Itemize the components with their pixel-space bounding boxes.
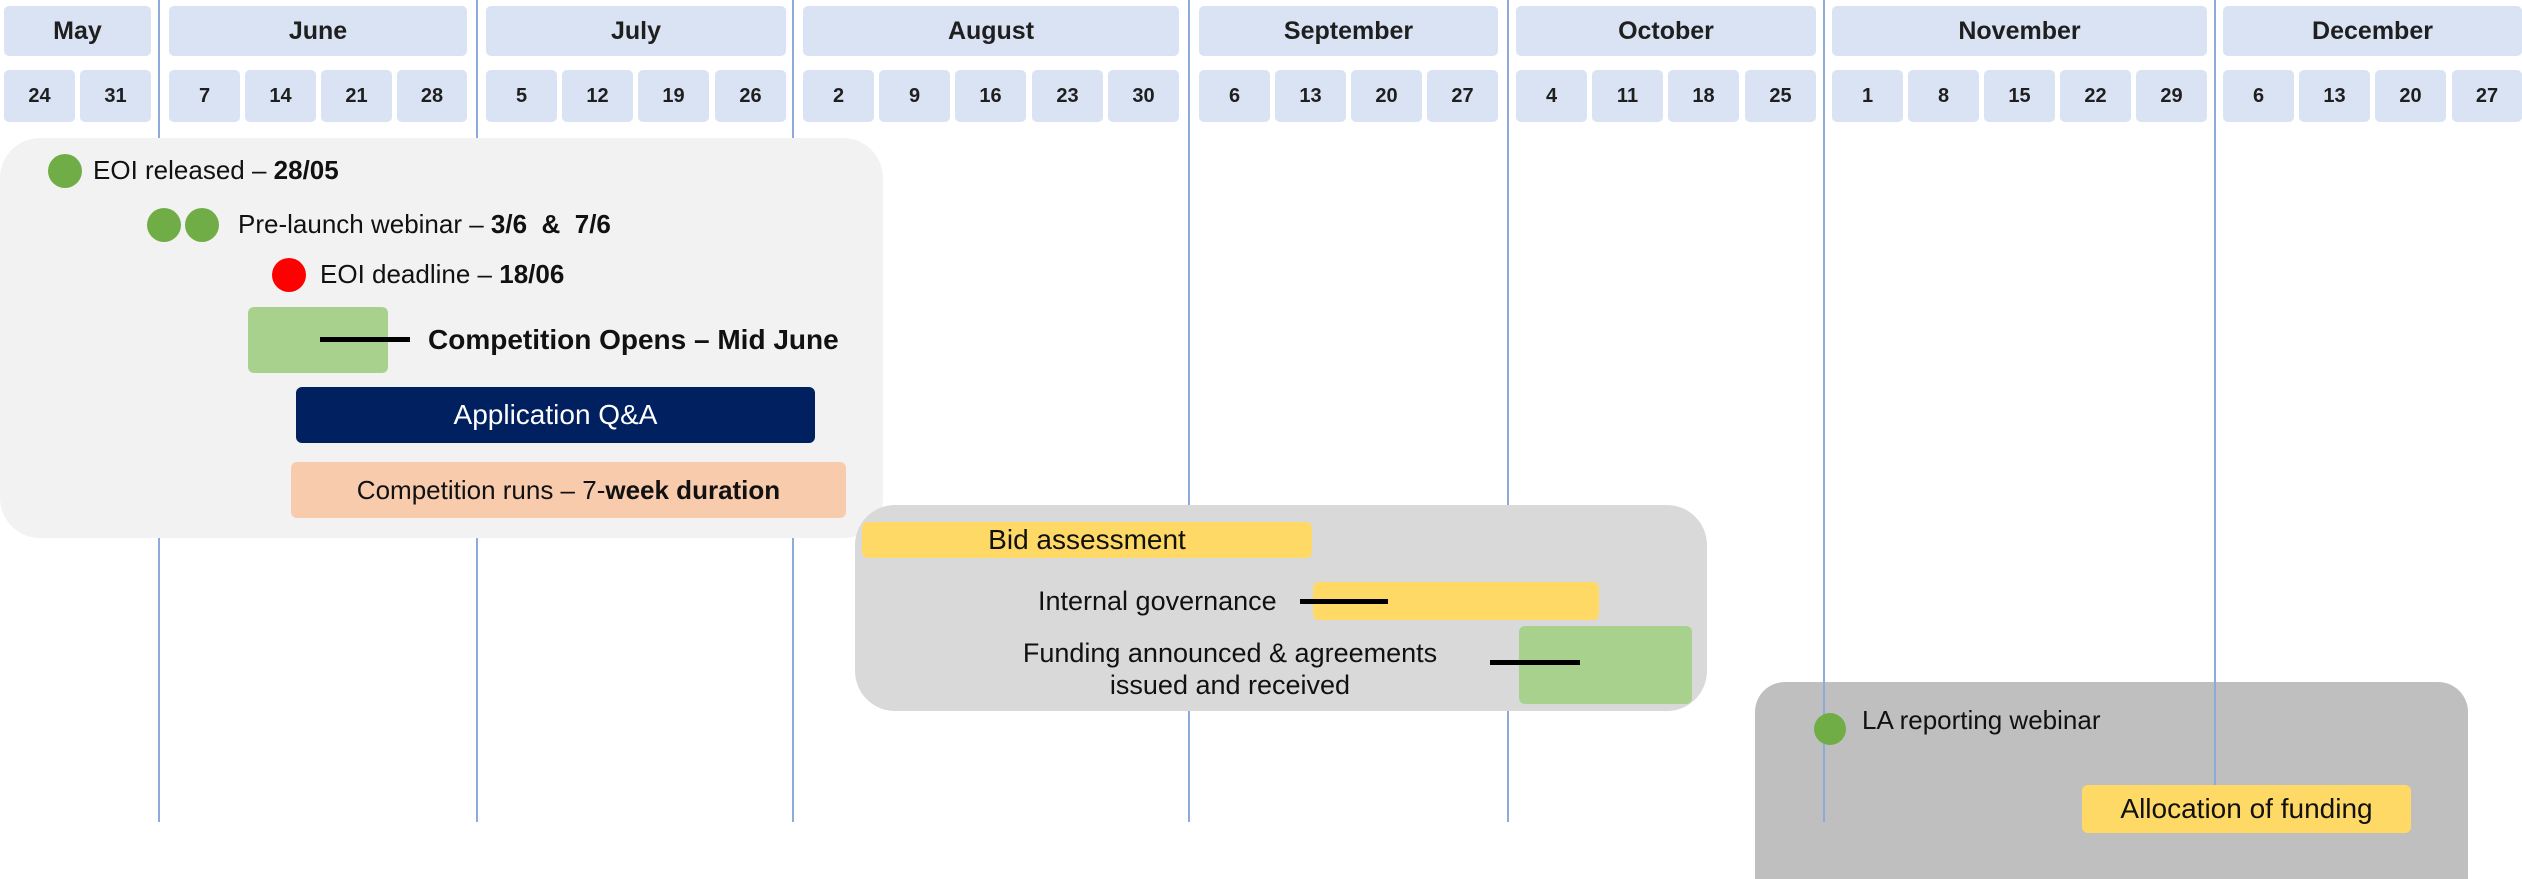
week-cell: 6 [2223,70,2294,122]
webinar-milestone-1 [147,208,181,242]
eoi-deadline-label: EOI deadline – [320,259,500,289]
week-cell: 22 [2060,70,2131,122]
week-cell: 1 [1832,70,1903,122]
month-gridline [2214,682,2216,786]
month-december: December [2223,6,2522,56]
internal-governance-connector [1300,599,1388,604]
week-cell: 20 [1351,70,1422,122]
competition-opens-text: Competition Opens – Mid June [428,324,839,355]
funding-announced-line-1: Funding announced & agreements [1022,638,1438,668]
competition-runs-prefix: Competition runs – 7- [356,474,606,505]
week-cell: 28 [397,70,467,122]
month-september: September [1199,6,1498,56]
webinar-text: Pre-launch webinar – 3/6 & 7/6 [238,209,611,240]
week-cell: 8 [1908,70,1979,122]
week-cell: 2 [803,70,874,122]
funding-announced-connector [1490,660,1580,665]
internal-governance-text: Internal governance [1038,586,1277,616]
webinar-milestone-2 [185,208,219,242]
week-cell: 14 [245,70,316,122]
week-cell: 27 [2452,70,2522,122]
month-november: November [1832,6,2207,56]
week-cell: 12 [562,70,633,122]
webinar-label: Pre-launch webinar – [238,209,491,239]
week-cell: 7 [169,70,240,122]
bid-assessment-bar: Bid assessment [862,522,1312,558]
competition-runs-emphasis: week duration [605,474,781,505]
competition-opens-connector [320,337,410,342]
week-cell: 6 [1199,70,1270,122]
week-cell: 5 [486,70,557,122]
month-june: June [169,6,467,56]
week-cell: 27 [1427,70,1498,122]
month-gridline [1823,682,1825,822]
week-cell: 9 [879,70,950,122]
funding-announced-line-2: issued and received [1109,670,1351,701]
application-qa-bar: Application Q&A [296,387,815,443]
week-cell: 31 [80,70,151,122]
week-cell: 23 [1032,70,1103,122]
month-july: July [486,6,786,56]
week-cell: 19 [638,70,709,122]
eoi-released-text: EOI released – 28/05 [93,155,339,186]
week-cell: 18 [1668,70,1739,122]
week-cell: 16 [955,70,1026,122]
week-cell: 13 [2299,70,2370,122]
month-october: October [1516,6,1816,56]
week-cell: 24 [4,70,75,122]
eoi-deadline-date: 18/06 [499,259,565,289]
allocation-of-funding-bar: Allocation of funding [2082,785,2411,833]
week-cell: 4 [1516,70,1587,122]
month-august: August [803,6,1179,56]
week-cell: 30 [1108,70,1179,122]
funding-announced-text: Funding announced & agreements issued an… [990,637,1470,702]
week-cell: 20 [2375,70,2446,122]
month-may: May [4,6,151,56]
week-cell: 15 [1984,70,2055,122]
la-webinar-milestone [1814,713,1846,745]
eoi-deadline-text: EOI deadline – 18/06 [320,259,564,290]
week-cell: 25 [1745,70,1816,122]
week-cell: 13 [1275,70,1346,122]
webinar-dates: 3/6 & 7/6 [490,209,611,239]
funding-announced-bar [1519,626,1692,704]
eoi-released-label: EOI released – [93,155,274,185]
eoi-deadline-milestone [272,258,306,292]
week-cell: 26 [715,70,786,122]
eoi-released-date: 28/05 [273,155,339,185]
week-cell: 29 [2136,70,2207,122]
week-cell: 11 [1592,70,1663,122]
competition-runs-bar: Competition runs – 7- week duration [291,462,846,518]
week-cell: 21 [321,70,392,122]
la-webinar-text: LA reporting webinar [1862,705,2101,735]
eoi-released-milestone [48,154,82,188]
